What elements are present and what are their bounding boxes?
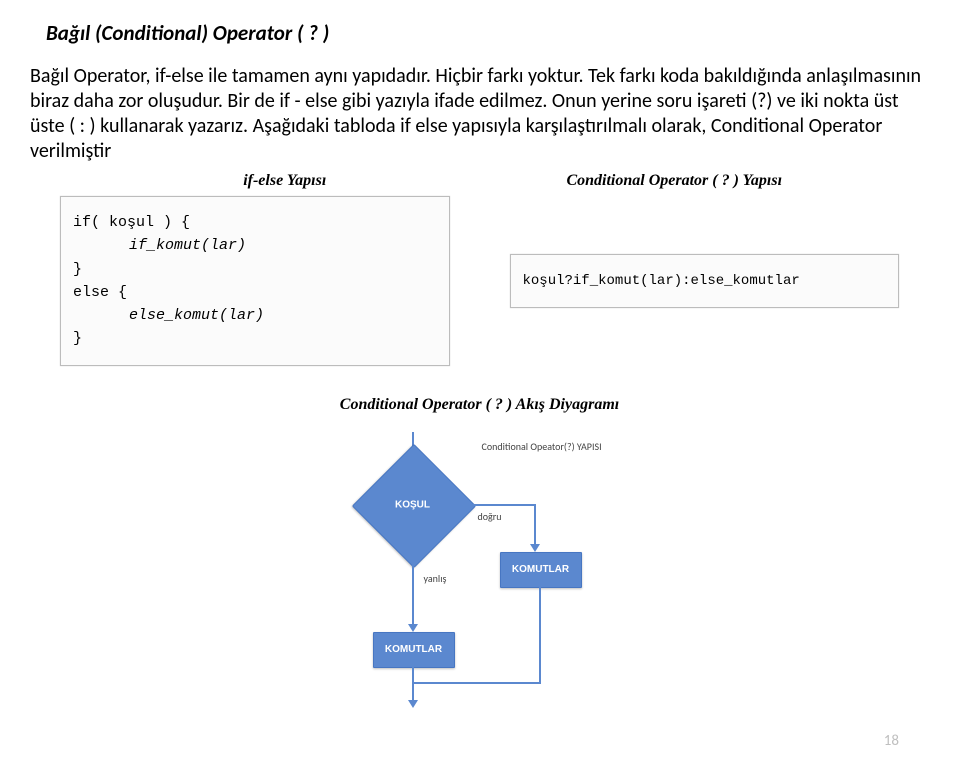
process-node-false: KOMUTLAR (373, 632, 455, 668)
arrow-icon (408, 624, 418, 632)
code-line: else_komut(lar) (73, 304, 437, 327)
flow-line (539, 586, 541, 682)
label-false: yanlış (424, 572, 447, 585)
header-conditional: Conditional Operator ( ? ) Yapısı (480, 172, 870, 190)
code-line: } (73, 258, 437, 281)
code-line: else { (73, 281, 437, 304)
diagram-title: Conditional Operator ( ? ) Akış Diyagram… (30, 396, 929, 414)
flow-line (412, 682, 414, 702)
page-title: Bağıl (Conditional) Operator ( ? ) (30, 20, 929, 46)
flow-line (534, 504, 536, 546)
arrow-icon (530, 544, 540, 552)
intro-paragraph: Bağıl Operator, if-else ile tamamen aynı… (30, 64, 929, 164)
code-boxes-row: if( koşul ) { if_komut(lar) } else { els… (30, 196, 929, 366)
flowchart: Conditional Opeator(?) YAPISI KOŞUL doğr… (260, 422, 700, 712)
flowchart-caption: Conditional Opeator(?) YAPISI (482, 440, 602, 453)
process-node-true: KOMUTLAR (500, 552, 582, 588)
conditional-code-box: koşul?if_komut(lar):else_komutlar (510, 254, 900, 308)
decision-label: KOŞUL (395, 499, 430, 510)
flow-line (456, 504, 534, 506)
arrow-icon (408, 700, 418, 708)
label-true: doğru (478, 510, 502, 523)
code-line: if( koşul ) { (73, 211, 437, 234)
flow-line (412, 548, 414, 626)
code-line: } (73, 327, 437, 350)
code-line: if_komut(lar) (73, 234, 437, 257)
decision-node: KOŞUL (370, 462, 456, 548)
page-number: 18 (884, 732, 899, 750)
code-line: koşul?if_komut(lar):else_komutlar (523, 273, 887, 289)
table-headers: if-else Yapısı Conditional Operator ( ? … (30, 172, 929, 190)
flow-line (412, 666, 414, 682)
flow-line (412, 682, 541, 684)
header-ifelse: if-else Yapısı (90, 172, 480, 190)
ifelse-code-box: if( koşul ) { if_komut(lar) } else { els… (60, 196, 450, 366)
